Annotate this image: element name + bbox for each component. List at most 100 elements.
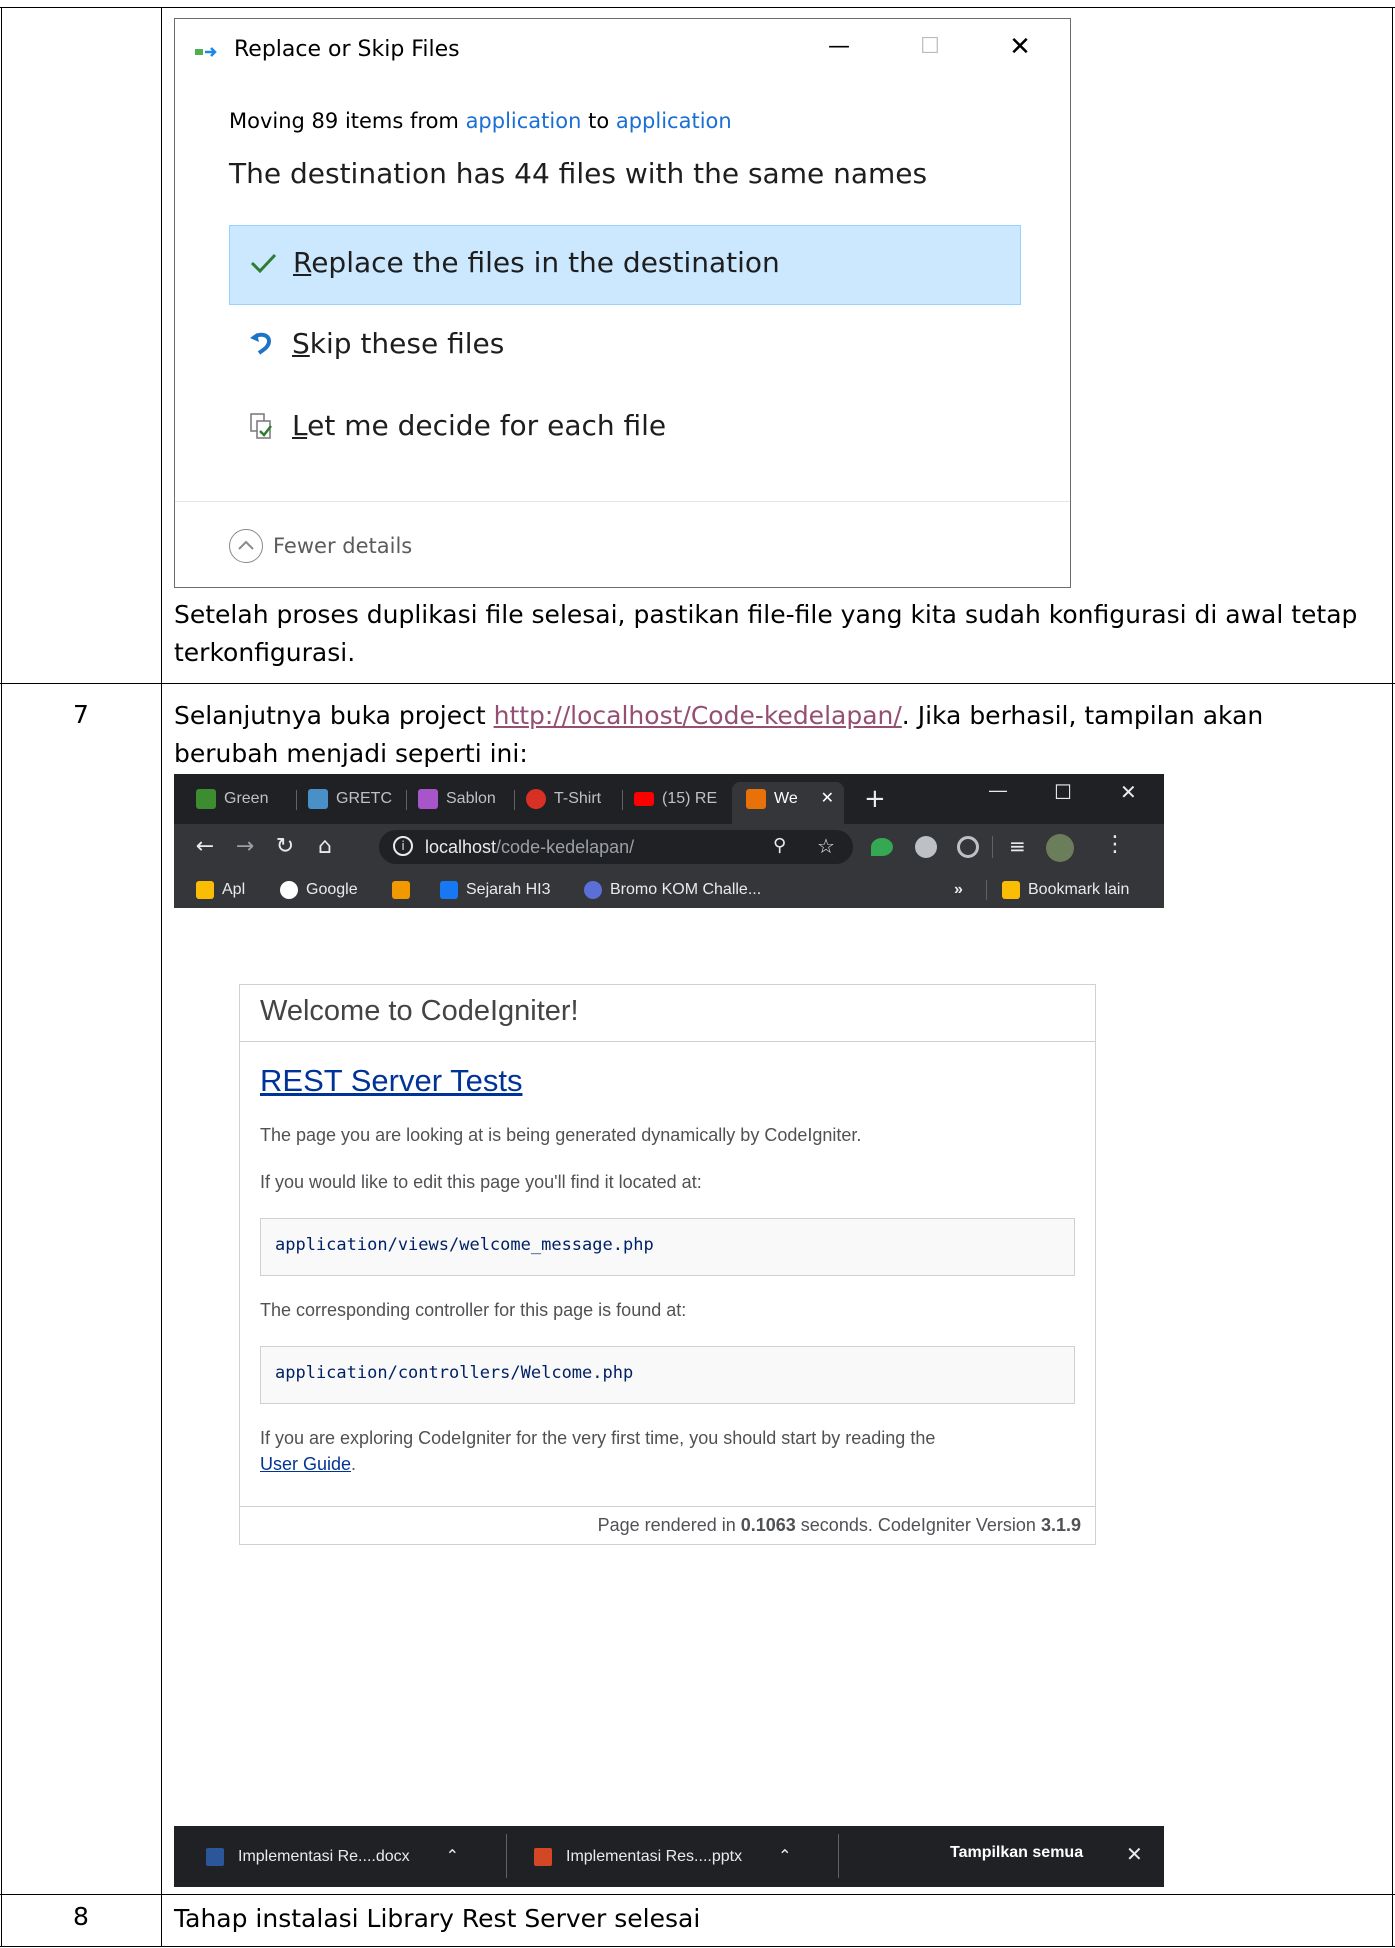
globe-extension-icon[interactable]	[915, 836, 937, 858]
back-arrow-icon[interactable]: ←	[190, 832, 220, 862]
tab-favicon-icon	[196, 788, 216, 809]
tab-separator	[406, 790, 407, 810]
download-separator	[838, 1834, 839, 1878]
fewer-details-toggle[interactable]: Fewer details	[273, 534, 412, 558]
edit-location-paragraph: If you would like to edit this page you'…	[260, 1172, 702, 1192]
window-maximize-button[interactable]: ☐	[1054, 780, 1072, 804]
table-bottom-border	[0, 1946, 1395, 1947]
tab-favicon-icon	[526, 788, 546, 809]
controller-paragraph: The corresponding controller for this pa…	[260, 1300, 687, 1320]
move-files-icon	[195, 47, 217, 57]
destination-note: The destination has 44 files with the sa…	[229, 157, 928, 190]
other-bookmarks[interactable]: Bookmark lain	[1002, 878, 1129, 902]
intro-paragraph: The page you are looking at is being gen…	[260, 1125, 862, 1145]
word-file-icon	[206, 1847, 224, 1866]
bookmark-google[interactable]: Google	[280, 878, 358, 902]
view-path-code: application/views/welcome_message.php	[260, 1218, 1075, 1276]
show-all-downloads-button[interactable]: Tampilkan semua	[950, 1844, 1083, 1862]
new-tab-button[interactable]: +	[864, 784, 886, 814]
download-separator	[506, 1834, 507, 1878]
source-folder-link[interactable]: application	[466, 109, 582, 133]
tab-favicon-icon	[418, 788, 438, 809]
more-bookmarks-button[interactable]: »	[954, 878, 963, 902]
tab-gretc[interactable]: GRETC	[308, 782, 398, 816]
apps-grid-icon	[196, 880, 214, 899]
menu-kebab-icon[interactable]: ⋮	[1104, 832, 1126, 857]
bookmark-separator	[986, 880, 987, 900]
window-close-button[interactable]: ✕	[1120, 780, 1137, 804]
tab-close-icon[interactable]: ✕	[821, 782, 834, 816]
project-url-link[interactable]: http://localhost/Code-kedelapan/	[494, 701, 902, 730]
reload-icon[interactable]: ↻	[270, 832, 300, 862]
page-heading: Welcome to CodeIgniter!	[260, 995, 579, 1027]
codeigniter-favicon-icon	[746, 788, 766, 809]
url-text: localhost/code-kedelapan/	[425, 837, 635, 857]
decide-file-icon	[250, 413, 272, 439]
bookmark-apps[interactable]: Apl	[196, 878, 245, 902]
render-footer: Page rendered in 0.1063 seconds. CodeIgn…	[597, 1515, 1081, 1535]
user-guide-link[interactable]: User Guide	[260, 1454, 351, 1474]
facebook-icon	[440, 880, 458, 899]
forward-arrow-icon[interactable]: →	[230, 832, 260, 862]
bookmark-bromo[interactable]: Bromo KOM Challe...	[584, 878, 761, 902]
welcome-container: Welcome to CodeIgniter! REST Server Test…	[239, 984, 1096, 1545]
controller-path-code: application/controllers/Welcome.php	[260, 1346, 1075, 1404]
close-button[interactable]: ✕	[1000, 29, 1040, 65]
footer-divider	[240, 1506, 1095, 1507]
skip-arrow-icon	[250, 332, 272, 355]
extension-icon[interactable]	[871, 838, 893, 856]
maximize-button[interactable]: ☐	[910, 29, 950, 65]
row-number-7: 7	[73, 700, 89, 729]
row7-text: Selanjutnya buka project http://localhos…	[174, 701, 1264, 768]
destination-folder-link[interactable]: application	[616, 109, 732, 133]
close-download-shelf-icon[interactable]: ✕	[1126, 1842, 1143, 1866]
tab-tshirt[interactable]: T-Shirt	[526, 782, 616, 816]
tab-youtube[interactable]: (15) RE	[634, 782, 724, 816]
table-top-border	[0, 7, 1395, 8]
youtube-icon	[634, 791, 654, 806]
table-left-border	[1, 7, 2, 1947]
tab-favicon-icon	[308, 788, 328, 809]
decide-each-file-option[interactable]: Let me decide for each file	[229, 389, 1021, 469]
minimize-button[interactable]: —	[819, 29, 859, 65]
table-row-divider	[0, 1894, 1395, 1895]
info-icon[interactable]: i	[393, 836, 413, 856]
dialog-divider	[175, 501, 1070, 502]
google-icon	[280, 880, 298, 899]
zoom-icon[interactable]: ⚲	[773, 835, 786, 856]
search-app-icon	[392, 880, 410, 899]
bromo-icon	[584, 880, 602, 899]
profile-avatar[interactable]	[1046, 834, 1074, 862]
sync-extension-icon[interactable]	[957, 836, 979, 858]
tab-sablon[interactable]: Sablon	[418, 782, 508, 816]
row-number-8: 8	[73, 1902, 89, 1931]
row6-note: Setelah proses duplikasi file selesai, p…	[174, 600, 1358, 667]
heading-divider	[240, 1041, 1095, 1042]
rest-server-tests-link[interactable]: REST Server Tests	[260, 1063, 522, 1099]
download-item-docx[interactable]: Implementasi Re....docx ⌃	[206, 1846, 459, 1866]
chevron-up-icon[interactable]: ⌃	[778, 1846, 791, 1865]
toolbar-separator	[992, 836, 993, 858]
chevron-up-icon[interactable]	[229, 529, 263, 563]
replace-skip-dialog: Replace or Skip Files — ☐ ✕ Moving 89 it…	[174, 18, 1071, 588]
chevron-up-icon[interactable]: ⌃	[446, 1846, 459, 1865]
bookmark-sejarah[interactable]: Sejarah HI3	[440, 878, 551, 902]
skip-files-option[interactable]: Skip these files	[229, 307, 1021, 387]
media-control-icon[interactable]: ≡	[1009, 834, 1026, 858]
bookmark-star-icon[interactable]: ☆	[817, 834, 835, 858]
powerpoint-file-icon	[534, 1847, 552, 1866]
tab-separator	[296, 790, 297, 810]
tab-welcome-active[interactable]: We ✕	[732, 782, 844, 824]
home-icon[interactable]: ⌂	[310, 832, 340, 862]
folder-icon	[1002, 880, 1020, 899]
table-right-border	[1392, 7, 1393, 1947]
download-item-pptx[interactable]: Implementasi Res....pptx ⌃	[534, 1846, 791, 1866]
guide-paragraph: If you are exploring CodeIgniter for the…	[260, 1428, 936, 1474]
table-column-divider	[161, 7, 162, 1947]
bookmark-unnamed[interactable]	[392, 878, 418, 902]
replace-files-option[interactable]: Replace the files in the destination	[229, 225, 1021, 305]
tab-separator	[622, 790, 623, 810]
address-bar[interactable]: i localhost/code-kedelapan/ ⚲ ☆	[379, 830, 853, 864]
tab-green[interactable]: Green	[196, 782, 276, 816]
window-minimize-button[interactable]: —	[989, 780, 1007, 801]
